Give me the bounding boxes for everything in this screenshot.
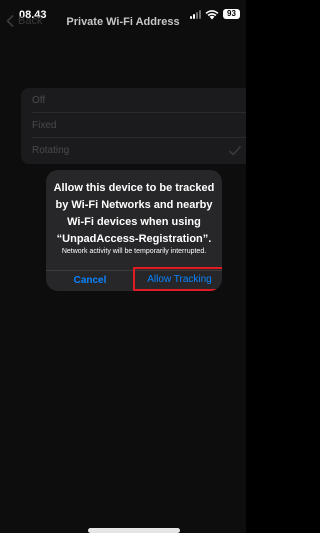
option-label: Off [32, 95, 46, 106]
allow-tracking-button[interactable]: Allow Tracking [133, 267, 222, 291]
alert-message: Network activity will be temporarily int… [61, 248, 207, 255]
option-rotating[interactable]: Rotating [21, 138, 246, 163]
address-options-list: Off Fixed Rotating [21, 88, 246, 164]
page-title: Private Wi-Fi Address [66, 16, 180, 28]
option-off[interactable]: Off [21, 88, 246, 113]
screen: 08.43 93 Back Private Wi-Fi Address Off [0, 0, 246, 533]
option-label: Fixed [32, 120, 57, 131]
checkmark-icon [229, 146, 241, 156]
option-fixed[interactable]: Fixed [21, 113, 246, 138]
cancel-button[interactable]: Cancel [46, 271, 134, 291]
alert-title: Allow this device to be tracked by Wi-Fi… [53, 182, 215, 245]
home-indicator[interactable] [88, 528, 180, 533]
tracking-alert: Allow this device to be tracked by Wi-Fi… [46, 170, 222, 291]
navigation-bar: Back Private Wi-Fi Address [0, 13, 246, 35]
option-label: Rotating [32, 145, 70, 156]
